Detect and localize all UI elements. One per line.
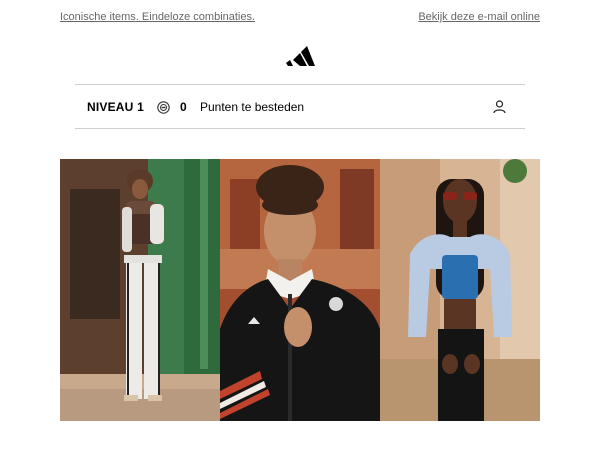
adidas-logo-icon[interactable] xyxy=(285,46,315,66)
hero-image[interactable] xyxy=(60,159,540,421)
loyalty-level: NIVEAU 1 xyxy=(87,100,144,114)
points-label: Punten te besteden xyxy=(200,100,305,114)
view-online-link[interactable]: Bekijk deze e-mail online xyxy=(418,11,540,23)
hero-photo-2 xyxy=(220,159,380,421)
hero-photo-1 xyxy=(60,159,220,421)
preheader-tagline-link[interactable]: Iconische items. Eindeloze combinaties. xyxy=(60,11,255,23)
user-icon[interactable] xyxy=(493,100,506,114)
coin-icon xyxy=(157,101,170,114)
loyalty-bar: NIVEAU 1 0 Punten te besteden xyxy=(75,84,525,129)
preheader: Iconische items. Eindeloze combinaties. … xyxy=(60,11,540,25)
points-count: 0 xyxy=(180,100,187,114)
hero-photo-3 xyxy=(380,159,540,421)
